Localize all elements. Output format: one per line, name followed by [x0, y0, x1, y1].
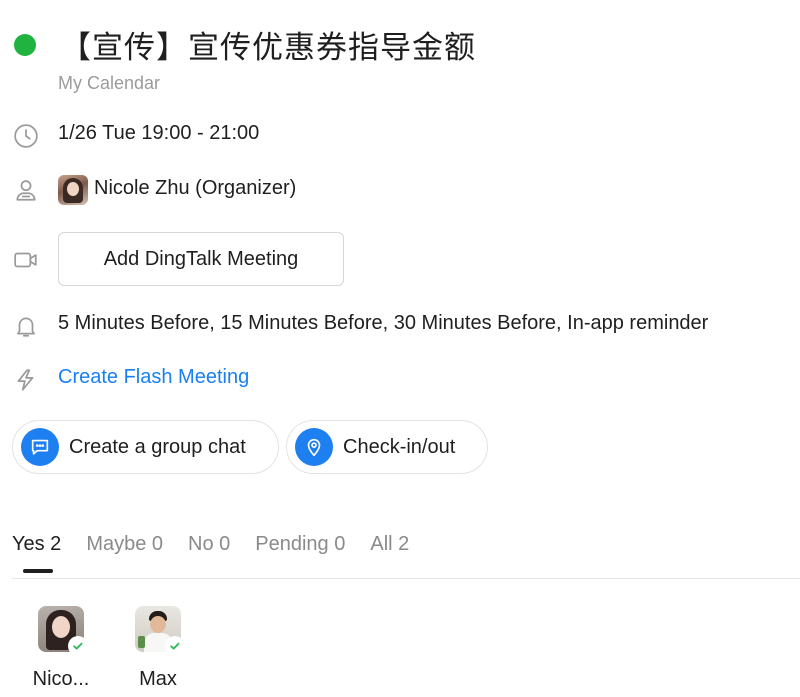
avatar: [38, 606, 88, 656]
attendee-item[interactable]: Nico...: [21, 606, 101, 691]
clock-icon: [12, 122, 40, 150]
rsvp-tabs: Yes 2 Maybe 0 No 0 Pending 0 All 2: [12, 533, 434, 556]
check-icon: [165, 636, 185, 656]
tabs-divider: [12, 578, 800, 579]
add-dingtalk-meeting-button[interactable]: Add DingTalk Meeting: [58, 232, 344, 286]
check-icon: [68, 636, 88, 656]
event-title: 【宣传】宣传优惠券指导金额: [60, 30, 476, 66]
check-in-out-button[interactable]: Check-in/out: [286, 420, 488, 474]
time-row: 1/26 Tue 19:00 - 21:00: [0, 122, 800, 150]
person-icon: [12, 176, 40, 204]
attendee-name: Max: [139, 668, 177, 690]
event-time: 1/26 Tue 19:00 - 21:00: [58, 122, 260, 144]
checkin-label: Check-in/out: [343, 435, 456, 458]
flash-icon: [12, 366, 40, 394]
create-flash-meeting-link[interactable]: Create Flash Meeting: [58, 366, 249, 389]
tab-pending[interactable]: Pending 0: [255, 533, 345, 556]
location-pin-icon: [295, 428, 333, 466]
reminder-text: 5 Minutes Before, 15 Minutes Before, 30 …: [58, 312, 709, 334]
organizer-row: Nicole Zhu (Organizer): [0, 175, 800, 205]
organizer-avatar[interactable]: [58, 175, 88, 205]
flash-meeting-row: Create Flash Meeting: [0, 366, 800, 394]
attendee-name: Nico...: [32, 668, 90, 690]
tab-no[interactable]: No 0: [188, 533, 230, 556]
create-group-chat-button[interactable]: Create a group chat: [12, 420, 279, 474]
active-tab-indicator: [23, 569, 53, 573]
tab-all[interactable]: All 2: [370, 533, 409, 556]
tab-maybe[interactable]: Maybe 0: [86, 533, 163, 556]
calendar-name: My Calendar: [58, 73, 161, 93]
video-icon: [12, 246, 40, 274]
group-chat-label: Create a group chat: [69, 435, 246, 458]
event-status-dot: [14, 34, 36, 56]
organizer-name: Nicole Zhu (Organizer): [94, 177, 297, 199]
avatar: [135, 606, 185, 656]
chat-icon: [21, 428, 59, 466]
bell-icon: [12, 312, 40, 340]
tab-yes[interactable]: Yes 2: [12, 533, 61, 556]
reminder-row: 5 Minutes Before, 15 Minutes Before, 30 …: [0, 312, 800, 340]
attendee-item[interactable]: Max: [118, 606, 198, 691]
